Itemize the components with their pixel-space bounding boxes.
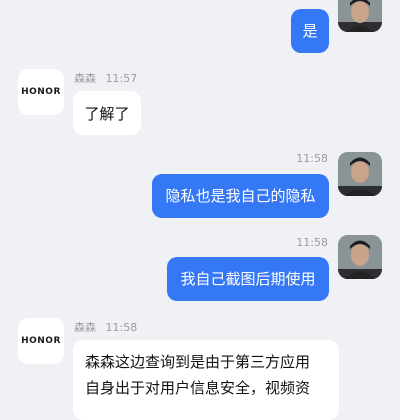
user-photo-icon xyxy=(338,152,382,196)
message-time: 11:57 xyxy=(105,72,138,85)
outgoing-message-bubble[interactable]: 我自己截图后期使用 xyxy=(167,257,329,301)
outgoing-message-bubble[interactable]: 隐私也是我自己的隐私 xyxy=(152,174,329,218)
user-avatar[interactable] xyxy=(338,235,382,279)
honor-logo: HONOR xyxy=(21,87,61,97)
incoming-message-bubble[interactable]: 了解了 xyxy=(73,91,141,135)
message-text-line: 自身出于对用户信息安全，视频资 xyxy=(85,379,311,397)
sender-name: 森森 xyxy=(74,321,96,334)
message-text-line: 森森这边查询到是由于第三方应用 xyxy=(85,353,311,371)
outgoing-message-bubble[interactable]: 是 xyxy=(291,9,329,53)
user-avatar[interactable] xyxy=(338,0,382,32)
contact-avatar[interactable]: HONOR xyxy=(18,69,64,115)
honor-logo: HONOR xyxy=(21,336,61,346)
message-text: 隐私也是我自己的隐私 xyxy=(165,187,316,205)
message-time: 11:58 xyxy=(105,321,138,334)
message-meta: 森森 11:58 xyxy=(74,319,137,335)
contact-avatar[interactable]: HONOR xyxy=(18,318,64,364)
message-text: 了解了 xyxy=(84,104,130,123)
sender-name: 森森 xyxy=(74,72,96,85)
user-photo-icon xyxy=(338,0,382,32)
incoming-message-bubble[interactable]: 森森这边查询到是由于第三方应用 自身出于对用户信息安全，视频资 xyxy=(73,340,339,420)
message-time: 11:58 xyxy=(296,236,328,249)
message-time: 11:58 xyxy=(296,152,328,165)
message-text: 我自己截图后期使用 xyxy=(180,270,316,288)
message-meta: 森森 11:57 xyxy=(74,70,137,86)
user-avatar[interactable] xyxy=(338,152,382,196)
user-photo-icon xyxy=(338,235,382,279)
message-text: 是 xyxy=(302,22,318,40)
